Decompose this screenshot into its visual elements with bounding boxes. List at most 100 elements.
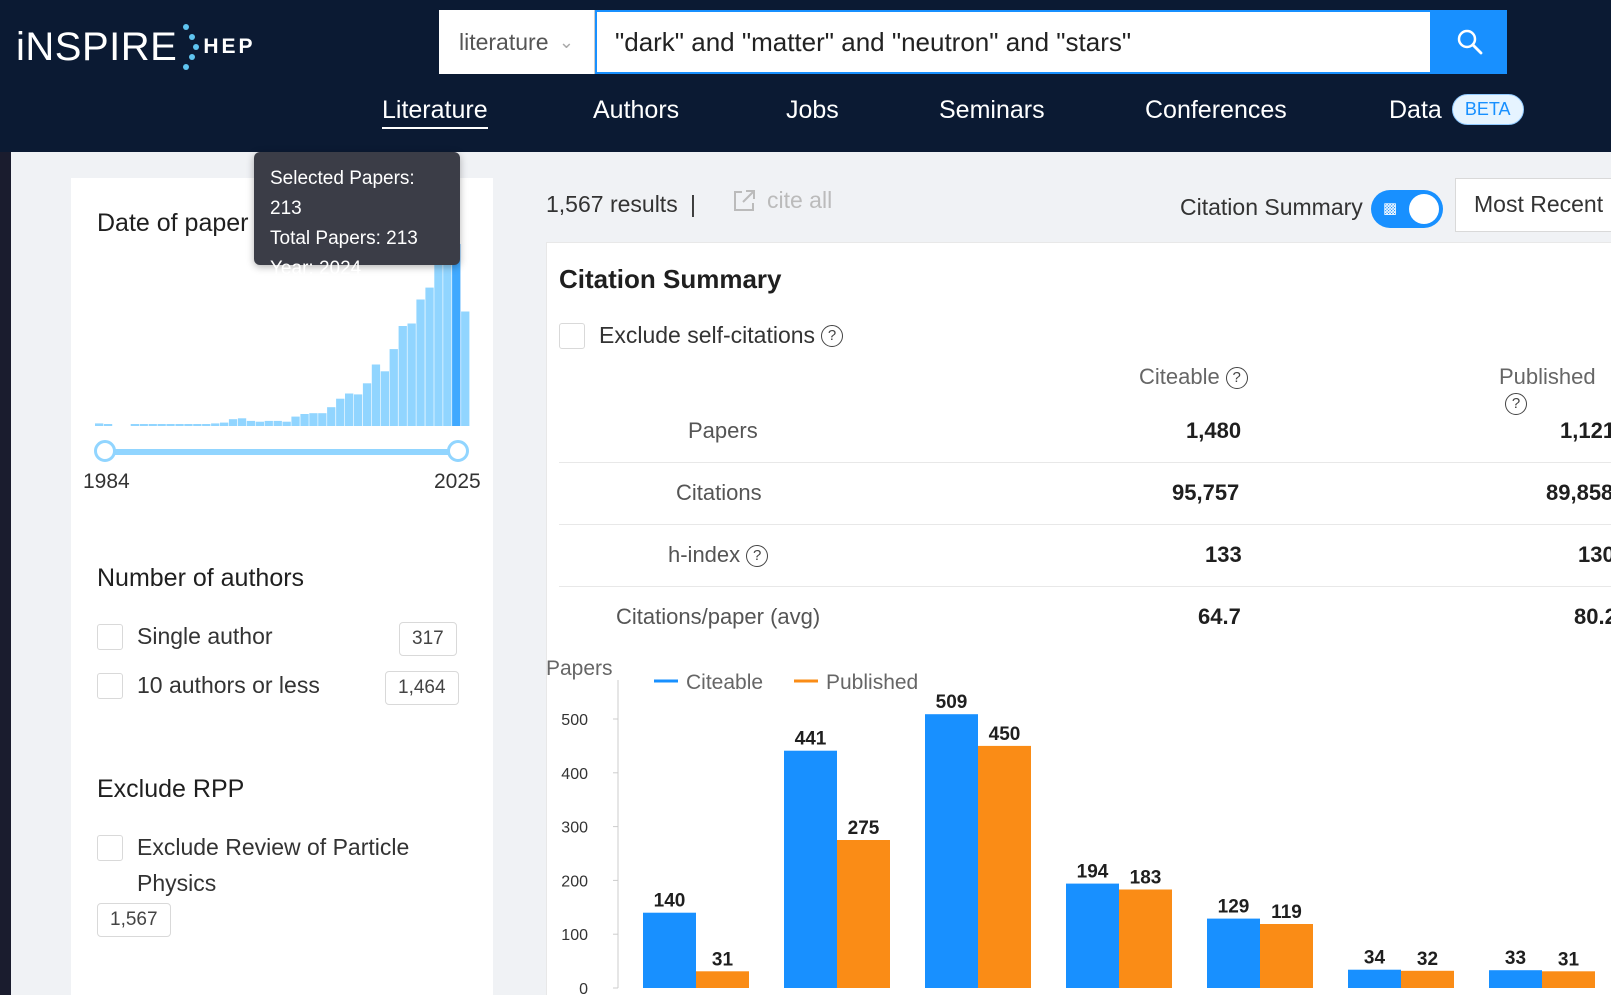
histogram-bar	[193, 424, 202, 426]
row-label-papers: Papers	[688, 418, 758, 443]
row-divider	[559, 524, 1611, 525]
exclude-rpp-count: 1,567	[97, 903, 171, 937]
histogram-bar	[461, 311, 470, 426]
histogram-bar	[273, 420, 282, 426]
top-header: iNSPIRE HEP literature ⌄ Literature Auth…	[0, 0, 1611, 152]
single-author-label: Single author	[137, 623, 273, 649]
exclude-self-citations-label: Exclude self-citations	[599, 322, 816, 348]
histogram-bar	[255, 421, 264, 426]
date-range-slider[interactable]	[105, 449, 458, 455]
nav-literature[interactable]: Literature	[382, 96, 488, 129]
results-count: 1,567 results	[546, 191, 678, 217]
collection-select-value: literature	[459, 28, 549, 55]
col-published: Published?	[1499, 364, 1611, 416]
chart-bar	[925, 714, 978, 988]
range-start-label: 1984	[83, 470, 130, 493]
cite-all-label: cite all	[767, 187, 833, 213]
bar-chart-icon: ▩	[1383, 200, 1398, 217]
row-divider	[559, 586, 1611, 587]
histogram-bar	[148, 424, 157, 426]
row-label-citations: Citations	[676, 480, 762, 505]
avg-citeable: 64.7	[1198, 604, 1241, 629]
authors-facet-title: Number of authors	[97, 564, 305, 592]
h-index-citeable: 133	[1205, 542, 1242, 567]
ten-authors-option[interactable]: 10 authors or less	[97, 672, 320, 699]
chart-bar	[784, 750, 837, 988]
tooltip-selected: Selected Papers: 213	[270, 168, 415, 219]
y-axis-title: Papers	[546, 657, 613, 680]
histogram-bar	[237, 418, 247, 426]
logo-hep-text: HEP	[203, 35, 256, 58]
chart-bar	[1207, 918, 1260, 988]
exclude-rpp-label: Exclude Review of Particle Physics	[137, 829, 409, 901]
nav-data[interactable]: Data BETA	[1389, 94, 1524, 127]
nav-authors[interactable]: Authors	[593, 96, 679, 125]
single-author-count: 317	[399, 622, 457, 656]
histogram-bar	[300, 414, 309, 426]
histogram-bar	[309, 413, 318, 426]
exclude-self-citations-checkbox[interactable]	[559, 322, 585, 349]
histogram-bar	[264, 420, 273, 426]
histogram-bar	[103, 424, 113, 426]
histogram-bar	[318, 413, 327, 426]
bar-value-label: 183	[1130, 868, 1162, 889]
nav-data-label: Data	[1389, 96, 1442, 125]
histogram-tooltip: Selected Papers: 213 Total Papers: 213 Y…	[254, 152, 460, 279]
exclude-rpp-label-line1: Exclude Review of Particle	[137, 834, 410, 860]
bar-value-label: 32	[1417, 949, 1438, 970]
nav-seminars[interactable]: Seminars	[939, 96, 1045, 125]
histogram-bar	[228, 419, 238, 426]
nav-conferences[interactable]: Conferences	[1145, 96, 1287, 125]
histogram-bar	[175, 424, 184, 426]
help-icon[interactable]: ?	[1505, 393, 1527, 416]
histogram-bar	[345, 393, 354, 426]
bar-value-label: 119	[1271, 902, 1302, 923]
slider-handle-end[interactable]	[447, 440, 469, 462]
chart-bar	[1260, 924, 1313, 988]
bar-value-label: 275	[848, 818, 880, 839]
row-divider	[559, 462, 1611, 463]
chart-bar	[643, 912, 696, 988]
cite-all-button[interactable]: cite all	[731, 187, 832, 214]
ten-authors-label: 10 authors or less	[137, 672, 320, 698]
nav-jobs[interactable]: Jobs	[786, 96, 839, 125]
tooltip-total: Total Papers: 213	[270, 228, 418, 249]
help-icon[interactable]: ?	[1225, 367, 1248, 390]
chart-bar	[1119, 889, 1172, 988]
chart-bar	[1542, 971, 1595, 988]
main-nav: Literature Authors Jobs Seminars Confere…	[0, 94, 1611, 136]
histogram-bar	[130, 424, 139, 426]
exclude-rpp-option[interactable]: Exclude Review of Particle Physics	[97, 834, 409, 901]
search-button[interactable]	[1432, 10, 1507, 74]
single-author-checkbox[interactable]	[97, 623, 123, 650]
exclude-rpp-checkbox[interactable]	[97, 835, 123, 861]
search-input[interactable]	[595, 10, 1432, 74]
papers-bar-chart[interactable]: Papers Citeable Published 0 100 200 300 400 500 1…	[546, 650, 1611, 995]
collection-select[interactable]: literature ⌄	[439, 10, 595, 74]
inspire-logo[interactable]: iNSPIRE HEP	[16, 22, 256, 72]
bar-value-label: 441	[795, 729, 827, 750]
bar-value-label: 509	[936, 692, 968, 713]
chart-bar	[837, 840, 890, 988]
chevron-down-icon: ⌄	[558, 31, 574, 52]
sort-select[interactable]: Most Recent	[1455, 178, 1611, 232]
ten-authors-checkbox[interactable]	[97, 672, 123, 699]
histogram-bar	[398, 326, 407, 426]
slider-handle-start[interactable]	[94, 440, 116, 462]
exclude-self-citations-option[interactable]: Exclude self-citations ?	[559, 322, 844, 349]
y-tick-label: 0	[579, 981, 588, 995]
citation-summary-toggle[interactable]: ▩	[1371, 190, 1443, 228]
y-tick-label: 100	[561, 927, 588, 944]
histogram-bar	[416, 299, 425, 426]
col-citeable: Citeable?	[1139, 364, 1248, 390]
help-icon[interactable]: ?	[821, 324, 844, 347]
histogram-bar	[211, 423, 220, 426]
histogram-bar	[184, 424, 193, 426]
y-tick-label: 300	[561, 820, 588, 837]
citation-summary-title: Citation Summary	[559, 264, 782, 294]
single-author-option[interactable]: Single author	[97, 623, 273, 650]
ten-authors-count: 1,464	[385, 671, 459, 705]
citations-published: 89,858	[1546, 480, 1611, 505]
chart-bar	[1066, 883, 1119, 988]
help-icon[interactable]: ?	[746, 545, 769, 568]
